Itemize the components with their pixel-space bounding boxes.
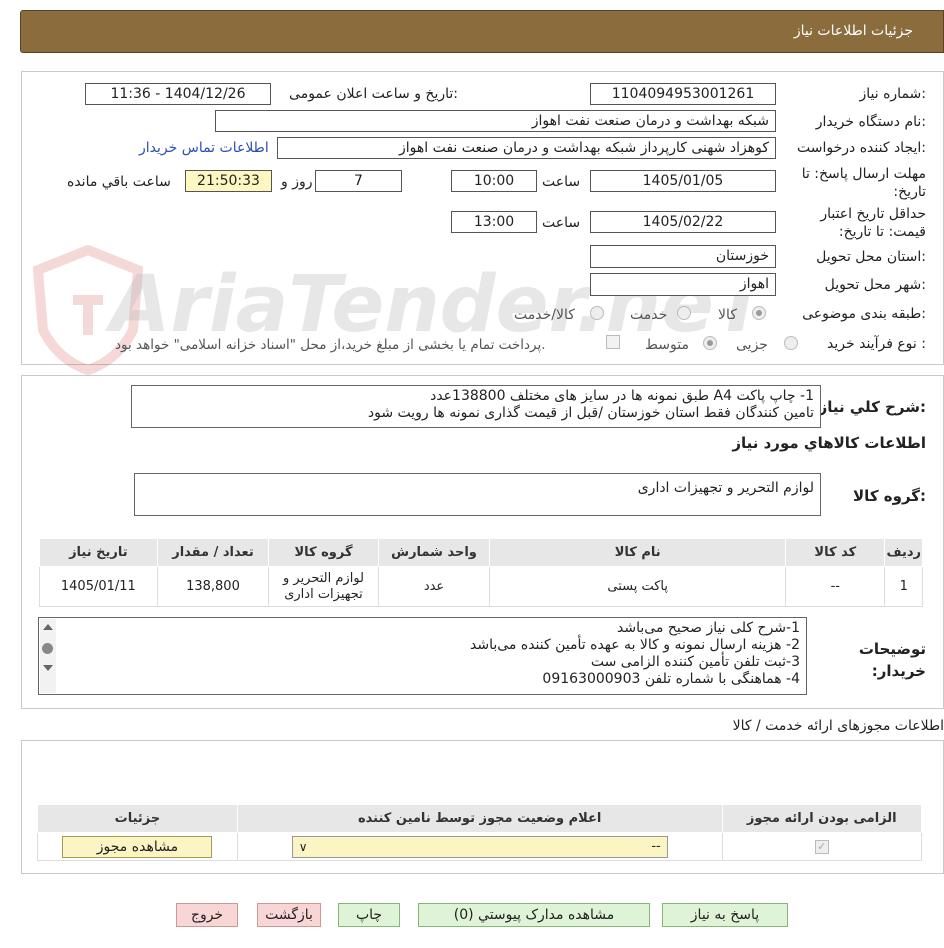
need-number-field: 1104094953001261 <box>590 83 776 105</box>
summary-line-1: 1- چاپ پاکت A4 طبق نمونه ها در سایز های … <box>430 388 814 404</box>
goods-group-textarea[interactable]: لوازم التحریر و تجهیزات اداری <box>134 473 821 516</box>
announce-label: تاریخ و ساعت اعلان عمومی: <box>289 86 458 102</box>
permit-required-checkbox[interactable]: ✓ <box>814 840 829 854</box>
province-label: استان محل تحویل: <box>816 249 926 265</box>
col-row: رديف <box>884 538 923 567</box>
back-button[interactable]: بازگشت <box>257 903 321 927</box>
note-line-1: 1-شرح کلی نیاز صحیح می‌باشد <box>617 620 800 636</box>
treasury-note: پرداخت تمام یا بخشی از مبلغ خرید،از محل … <box>115 337 546 353</box>
cell-unit: عدد <box>377 566 491 607</box>
days-field: 7 <box>315 170 402 192</box>
category-option-goods-service: کالا/خدمت <box>514 307 575 323</box>
print-button[interactable]: چاپ <box>338 903 400 927</box>
scroll-up-icon[interactable] <box>43 624 53 630</box>
remaining-time-field: 21:50:33 <box>185 170 272 192</box>
table-row: ✓ ∨ -- مشاهده مجوز <box>37 832 923 861</box>
buyer-contact-link[interactable]: اطلاعات تماس خریدار <box>139 140 269 156</box>
cell-date: 1405/01/11 <box>39 566 158 607</box>
deadline-label: مهلت ارسال پاسخ: تا تاریخ: <box>801 166 926 200</box>
province-field: خوزستان <box>590 245 776 268</box>
cell-group: لوازم التحریر و تجهیزات اداری <box>268 566 379 607</box>
col-date: تاريخ نياز <box>39 538 158 567</box>
page-title: جزئیات اطلاعات نیاز <box>793 23 913 39</box>
items-table: رديف کد کالا نام کالا واحد شمارش گروه کا… <box>39 538 923 607</box>
col-code: کد کالا <box>785 538 886 567</box>
permit-status-cell: ∨ -- <box>236 832 723 861</box>
remaining-label: ساعت باقي مانده <box>67 174 171 190</box>
announce-field: 1404/12/26 - 11:36 <box>85 83 271 105</box>
city-field: اهواز <box>590 273 776 296</box>
cell-name: پاکت پستی <box>489 566 787 607</box>
chevron-down-icon: ∨ <box>298 839 308 854</box>
permit-col-required: الزامی بودن ارائه مجوز <box>721 804 923 833</box>
buyer-notes-textarea[interactable]: 1-شرح کلی نیاز صحیح می‌باشد 2- هزینه ارس… <box>38 617 807 695</box>
permits-header-row: الزامی بودن ارائه مجوز اعلام وضعیت مجوز … <box>37 804 923 833</box>
page-header: جزئیات اطلاعات نیاز <box>20 10 944 53</box>
permit-details-cell: مشاهده مجوز <box>37 832 238 861</box>
process-option-medium: متوسط <box>645 337 689 353</box>
process-radio-minor[interactable] <box>784 336 798 350</box>
permit-status-select[interactable]: ∨ -- <box>291 835 668 858</box>
process-radio-medium[interactable] <box>703 336 717 350</box>
view-permit-button[interactable]: مشاهده مجوز <box>62 835 213 858</box>
note-line-3: 3-ثبت تلفن تأمین کننده الزامی ست <box>590 654 800 670</box>
category-radio-service[interactable] <box>677 306 691 320</box>
goods-group-label: گروه کالا: <box>853 487 926 505</box>
goods-info-title: اطلاعات کالاهاي مورد نياز <box>732 434 926 452</box>
category-option-service: خدمت <box>630 307 668 323</box>
creator-label: ایجاد کننده درخواست: <box>797 140 926 156</box>
note-line-2: 2- هزینه ارسال نمونه و کالا به عهده تأمی… <box>470 637 800 653</box>
category-radio-goods-service[interactable] <box>590 306 604 320</box>
summary-line-2: تامین کنندگان فقط استان خوزستان /قبل از … <box>367 405 814 421</box>
cell-code: -- <box>785 566 886 607</box>
deadline-time-label: ساعت <box>542 174 581 190</box>
permits-title: اطلاعات مجوزهای ارائه خدمت / کالا <box>732 718 944 734</box>
table-row: 1 -- پاکت پستی عدد لوازم التحریر و تجهیز… <box>39 566 923 607</box>
buyer-notes-label: توضیحات خریدار: <box>858 640 926 680</box>
category-radio-goods[interactable] <box>752 306 766 320</box>
exit-button[interactable]: خروج <box>176 903 238 927</box>
creator-field: کوهزاد شهنی کارپرداز شبکه بهداشت و درمان… <box>277 137 776 159</box>
validity-label: حداقل تاریخ اعتبار قیمت: تا تاریخ: <box>820 206 926 240</box>
permit-select-value: -- <box>651 838 661 854</box>
summary-textarea[interactable]: 1- چاپ پاکت A4 طبق نمونه ها در سایز های … <box>131 385 821 428</box>
category-label: طبقه بندی موضوعی: <box>802 306 926 322</box>
treasury-checkbox[interactable] <box>606 335 620 349</box>
permit-col-details: جزئیات <box>37 804 238 833</box>
buyer-org-field: شبکه بهداشت و درمان صنعت نفت اهواز <box>215 110 776 132</box>
note-line-4: 4- هماهنگی با شماره تلفن 09163000903 <box>542 671 800 687</box>
items-header-row: رديف کد کالا نام کالا واحد شمارش گروه کا… <box>39 538 923 567</box>
reply-button[interactable]: پاسخ به نیاز <box>662 903 788 927</box>
validity-time-label: ساعت <box>542 215 581 231</box>
permit-required-cell: ✓ <box>721 832 923 861</box>
category-option-goods: کالا <box>718 307 737 323</box>
col-qty: تعداد / مقدار <box>156 538 270 567</box>
need-number-label: شماره نیاز: <box>859 86 926 102</box>
cell-row: 1 <box>884 566 923 607</box>
process-label: نوع فرآیند خرید : <box>827 336 926 352</box>
permits-table: الزامی بودن ارائه مجوز اعلام وضعیت مجوز … <box>37 804 923 861</box>
city-label: شهر محل تحویل: <box>824 277 926 293</box>
scroll-down-icon[interactable] <box>43 665 53 671</box>
col-unit: واحد شمارش <box>377 538 491 567</box>
validity-date-field: 1405/02/22 <box>590 211 776 233</box>
attachments-button[interactable]: مشاهده مدارک پیوستي (0) <box>418 903 650 927</box>
process-option-minor: جزیی <box>736 337 768 353</box>
buyer-org-label: نام دستگاه خریدار: <box>815 114 926 130</box>
deadline-time-field: 10:00 <box>451 170 537 192</box>
deadline-date-field: 1405/01/05 <box>590 170 776 192</box>
col-name: نام کالا <box>489 538 787 567</box>
days-label: روز و <box>281 174 313 190</box>
summary-label: شرح کلي نياز: <box>818 398 926 416</box>
permit-col-status: اعلام وضعیت مجوز توسط نامین کننده <box>236 804 723 833</box>
col-group: گروه کالا <box>268 538 379 567</box>
validity-time-field: 13:00 <box>451 211 537 233</box>
notes-scrollbar[interactable] <box>40 619 56 693</box>
scroll-thumb[interactable] <box>42 643 53 654</box>
cell-qty: 138,800 <box>156 566 270 607</box>
